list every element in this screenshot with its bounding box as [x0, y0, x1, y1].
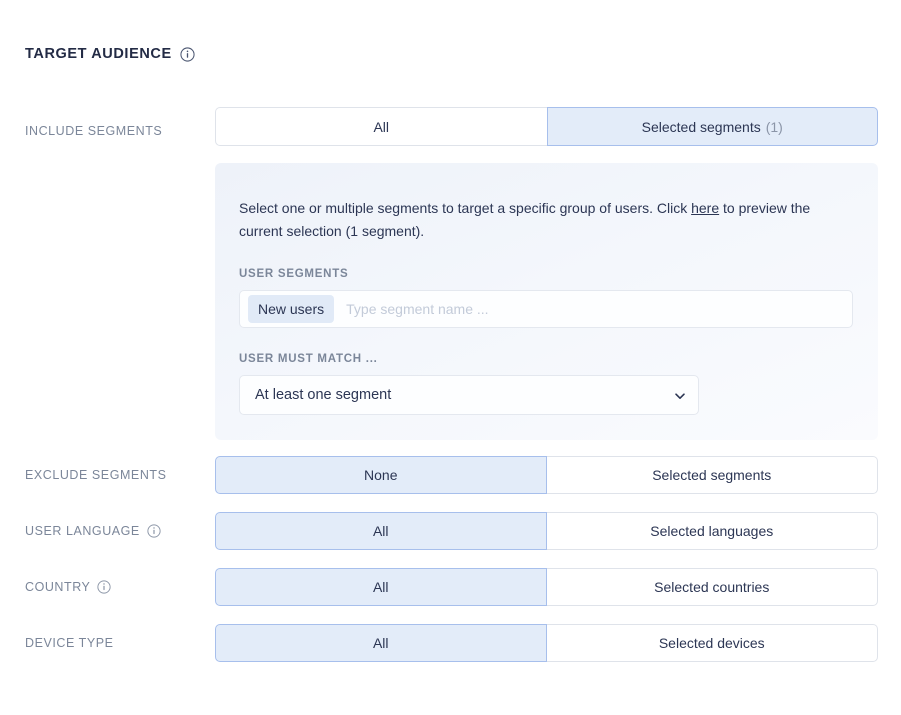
preview-here-link[interactable]: here	[691, 200, 719, 216]
row-label-user-language: USER LANGUAGE	[0, 512, 215, 550]
user-must-match-select-wrapper: At least one segment	[239, 375, 699, 415]
row-country: COUNTRY All Selected countries	[0, 568, 901, 606]
segment-option-label: All	[373, 119, 389, 135]
device-option-all[interactable]: All	[215, 624, 547, 662]
section-header: TARGET AUDIENCE	[25, 46, 195, 62]
info-icon[interactable]	[147, 524, 162, 539]
exclude-option-selected-segments[interactable]: Selected segments	[547, 456, 879, 494]
segment-option-label: Selected languages	[650, 523, 773, 539]
segment-option-all[interactable]: All	[215, 107, 547, 146]
user-must-match-select[interactable]: At least one segment	[239, 375, 699, 415]
row-label-device-type: DEVICE TYPE	[0, 624, 215, 662]
row-exclude-segments: EXCLUDE SEGMENTS None Selected segments	[0, 456, 901, 494]
page-title: TARGET AUDIENCE	[25, 46, 172, 62]
row-label-text: COUNTRY	[25, 580, 90, 594]
segment-chip-new-users[interactable]: New users	[248, 295, 334, 323]
row-label-country: COUNTRY	[0, 568, 215, 606]
device-option-selected-devices[interactable]: Selected devices	[547, 624, 879, 662]
segment-option-label: All	[373, 579, 389, 595]
panel-description-part1: Select one or multiple segments to targe…	[239, 200, 691, 216]
selected-segments-count: (1)	[766, 119, 783, 135]
segmented-control-country: All Selected countries	[215, 568, 878, 606]
row-label-text: USER LANGUAGE	[25, 524, 140, 538]
user-segments-label: USER SEGMENTS	[239, 268, 854, 280]
segment-name-input[interactable]	[344, 291, 844, 327]
segment-option-label: All	[373, 523, 389, 539]
row-label-text: EXCLUDE SEGMENTS	[25, 468, 166, 482]
row-label-exclude-segments: EXCLUDE SEGMENTS	[0, 456, 215, 494]
row-label-text: INCLUDE SEGMENTS	[25, 124, 162, 138]
segment-option-label: All	[373, 635, 389, 651]
segmented-control-include-segments: All Selected segments (1)	[215, 107, 878, 146]
row-user-language: USER LANGUAGE All Selected languages	[0, 512, 901, 550]
user-segments-input-wrapper[interactable]: New users	[239, 290, 853, 328]
segment-option-label: Selected countries	[654, 579, 769, 595]
segment-option-label: Selected segments	[642, 119, 761, 135]
target-audience-panel: TARGET AUDIENCE INCLUDE SEGMENTS All Sel…	[0, 0, 901, 715]
exclude-option-none[interactable]: None	[215, 456, 547, 494]
row-label-include-segments: INCLUDE SEGMENTS	[0, 107, 215, 155]
info-icon[interactable]	[97, 580, 112, 595]
selected-segments-panel: Select one or multiple segments to targe…	[215, 163, 878, 440]
segmented-control-user-language: All Selected languages	[215, 512, 878, 550]
info-icon[interactable]	[180, 47, 195, 62]
user-must-match-label: USER MUST MATCH ...	[239, 353, 854, 365]
row-device-type: DEVICE TYPE All Selected devices	[0, 624, 901, 662]
segment-option-selected-segments[interactable]: Selected segments (1)	[547, 107, 879, 146]
country-option-all[interactable]: All	[215, 568, 547, 606]
language-option-selected-languages[interactable]: Selected languages	[547, 512, 879, 550]
segmented-control-exclude-segments: None Selected segments	[215, 456, 878, 494]
row-label-text: DEVICE TYPE	[25, 636, 113, 650]
panel-description: Select one or multiple segments to targe…	[239, 197, 849, 243]
row-include-segments: INCLUDE SEGMENTS All Selected segments (…	[0, 107, 901, 155]
segmented-control-device-type: All Selected devices	[215, 624, 878, 662]
segment-option-label: None	[364, 467, 397, 483]
language-option-all[interactable]: All	[215, 512, 547, 550]
country-option-selected-countries[interactable]: Selected countries	[547, 568, 879, 606]
segment-option-label: Selected devices	[659, 635, 765, 651]
segment-option-label: Selected segments	[652, 467, 771, 483]
